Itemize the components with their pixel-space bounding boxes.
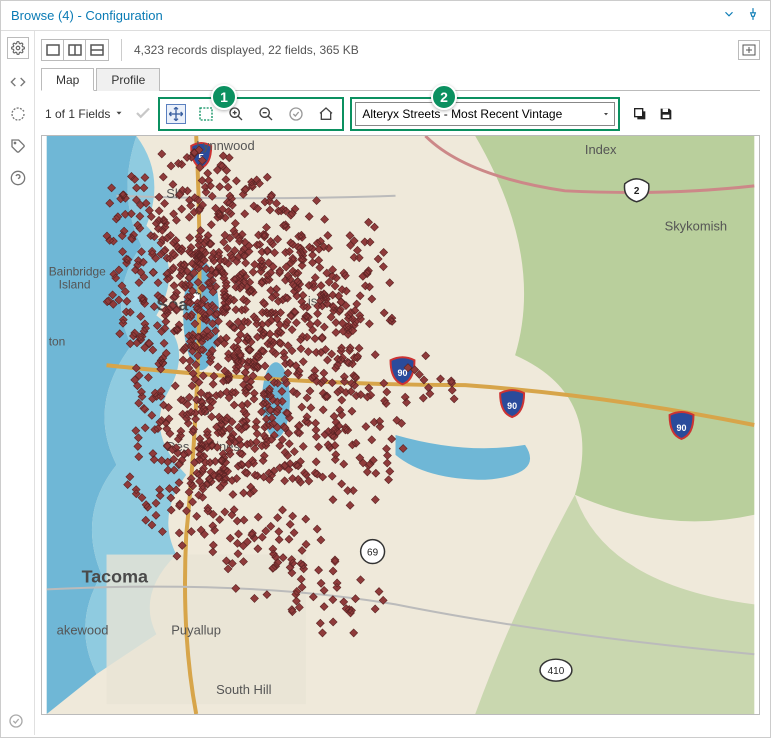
tag-icon[interactable] <box>9 137 27 155</box>
selection-box-icon[interactable] <box>196 104 216 124</box>
tab-profile[interactable]: Profile <box>96 68 160 91</box>
fields-dropdown[interactable]: 1 of 1 Fields <box>41 105 128 123</box>
top-toolbar: 4,323 records displayed, 22 fields, 365 … <box>41 37 760 65</box>
map-svg: 5 90 90 90 2 <box>42 136 759 714</box>
collapse-icon[interactable] <box>722 7 736 24</box>
label-puyallup: Puyallup <box>171 622 221 637</box>
callout-1: 1 <box>211 84 237 110</box>
gear-icon[interactable] <box>7 37 29 59</box>
callout-2: 2 <box>431 84 457 110</box>
chevron-down-icon <box>602 107 610 121</box>
pin-icon[interactable] <box>746 7 760 24</box>
svg-text:90: 90 <box>677 423 687 433</box>
copy-icon[interactable] <box>630 104 650 124</box>
label-lynnwood: Lynnwood <box>196 138 255 153</box>
label-index: Index <box>585 142 617 157</box>
chevron-down-icon <box>114 107 124 121</box>
help-icon[interactable] <box>9 169 27 187</box>
svg-text:90: 90 <box>507 401 517 411</box>
status-check-icon <box>8 713 24 732</box>
map-toolbar: 1 of 1 Fields <box>41 91 760 135</box>
view-split-v-icon[interactable] <box>64 40 86 60</box>
shield-sr410: 410 <box>540 659 572 681</box>
shield-sr69: 69 <box>361 540 385 564</box>
refresh-icon[interactable] <box>9 105 27 123</box>
apply-check-icon[interactable] <box>134 104 152 125</box>
tabs: Map Profile <box>41 67 760 91</box>
window-header: Browse (4) - Configuration <box>1 1 770 31</box>
code-icon[interactable] <box>9 73 27 91</box>
label-skykomish: Skykomish <box>665 219 728 234</box>
svg-text:410: 410 <box>548 666 565 677</box>
map-canvas[interactable]: 5 90 90 90 2 <box>41 135 760 715</box>
label-tacoma: Tacoma <box>82 566 149 586</box>
zoom-out-icon[interactable] <box>256 104 276 124</box>
svg-text:69: 69 <box>367 548 379 559</box>
left-rail <box>1 31 35 735</box>
divider <box>121 39 122 61</box>
pan-icon[interactable] <box>166 104 186 124</box>
label-lakewood: akewood <box>57 622 109 637</box>
basemap-dropdown[interactable]: Alteryx Streets - Most Recent Vintage <box>355 102 615 126</box>
view-single-icon[interactable] <box>42 40 64 60</box>
clear-selection-icon[interactable] <box>286 104 306 124</box>
save-icon[interactable] <box>656 104 676 124</box>
window-title: Browse (4) - Configuration <box>11 8 163 23</box>
basemap-group: Alteryx Streets - Most Recent Vintage <box>350 97 620 131</box>
fields-label: 1 of 1 Fields <box>45 107 110 121</box>
tab-map[interactable]: Map <box>41 68 94 91</box>
records-displayed-label: 4,323 records displayed, 22 fields, 365 … <box>134 43 359 57</box>
label-ton: ton <box>49 334 66 348</box>
basemap-selected-label: Alteryx Streets - Most Recent Vintage <box>362 107 562 121</box>
svg-text:2: 2 <box>634 186 640 197</box>
map-nav-tools-group <box>158 97 344 131</box>
label-southhill: South Hill <box>216 682 271 697</box>
view-split-h-icon[interactable] <box>86 40 108 60</box>
home-icon[interactable] <box>316 104 336 124</box>
add-field-button[interactable] <box>738 40 760 60</box>
